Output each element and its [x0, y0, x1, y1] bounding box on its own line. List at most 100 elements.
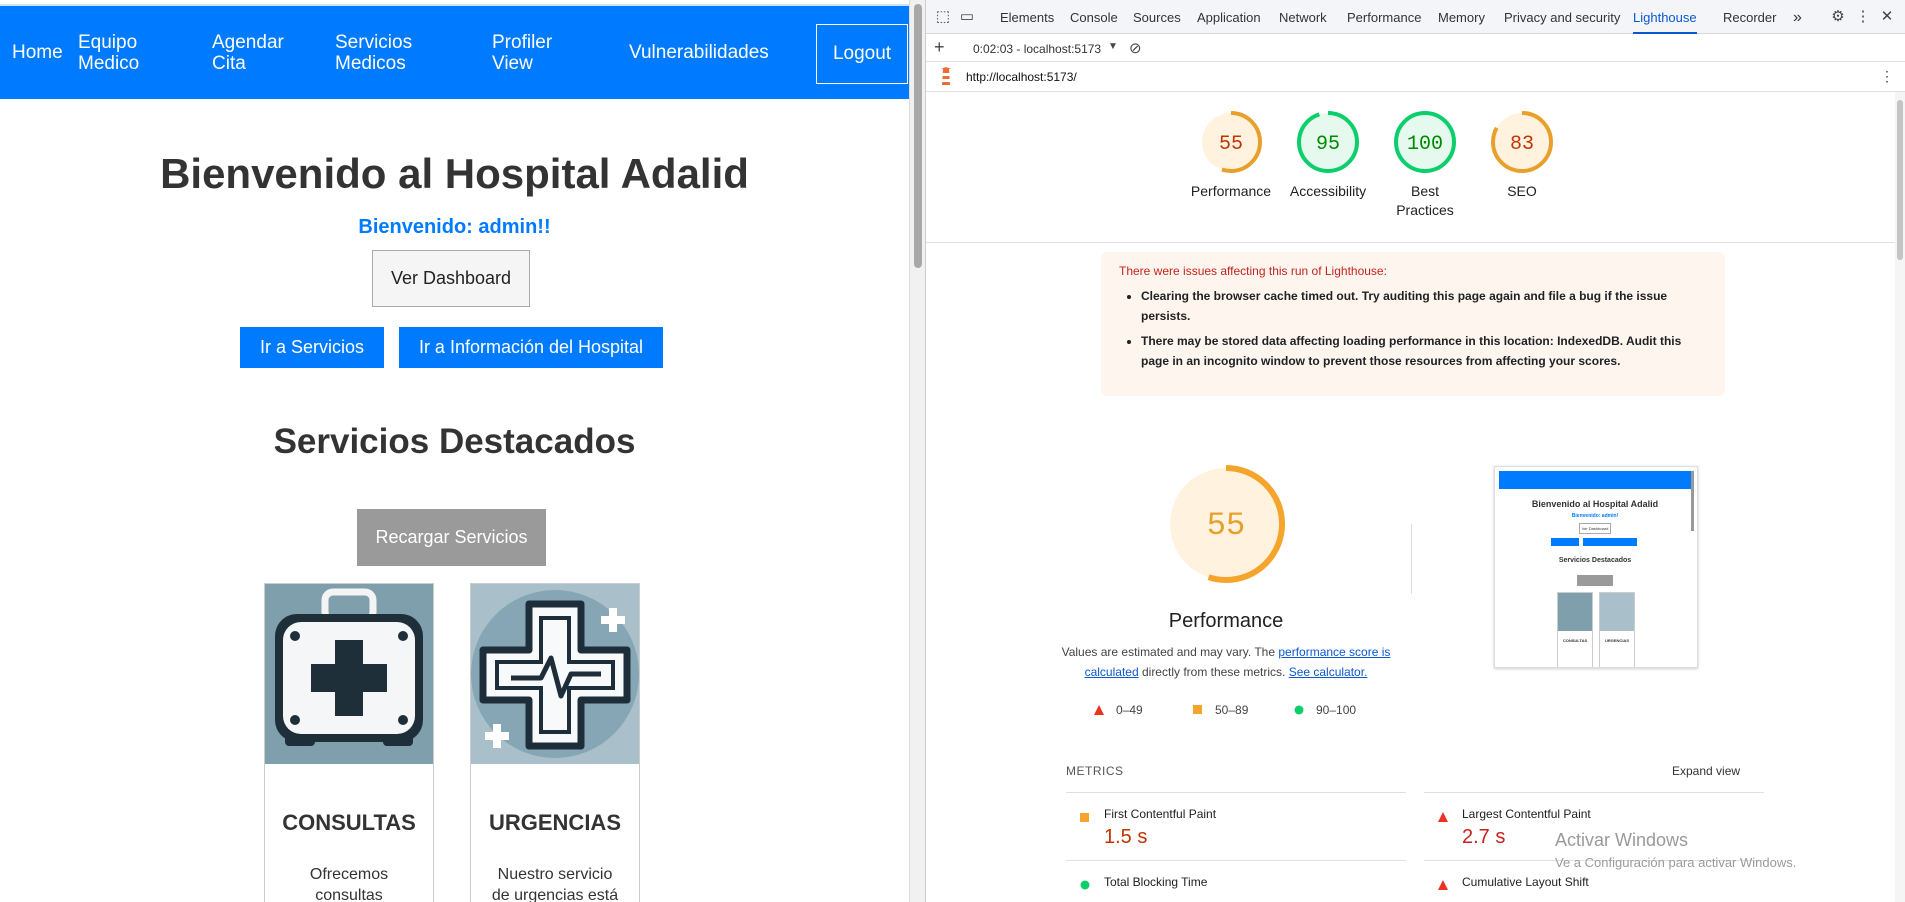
lighthouse-toolbar: + 0:02:03 - localhost:5173 ▼ ⊘ [926, 34, 1905, 62]
metric-value: 1.5 s [1104, 826, 1148, 848]
scrollbar-thumb[interactable] [1897, 100, 1903, 260]
thumb-button [1551, 538, 1579, 546]
thumb-user: Bienvenido: admin! [1571, 513, 1619, 519]
devtools-scrollbar[interactable] [1895, 92, 1905, 902]
gauge-label: Performance [1190, 183, 1272, 199]
score-gauge-seo[interactable]: 83 SEO [1472, 108, 1572, 201]
legend-fail: 0–49 [1094, 703, 1143, 717]
gauge-score: 55 [1219, 133, 1243, 156]
thumb-dash: Ver Dashboard [1579, 523, 1611, 534]
dashboard-button[interactable]: Ver Dashboard [372, 250, 530, 307]
warning-item: Clearing the browser cache timed out. Tr… [1141, 286, 1707, 326]
nav-equipo-medico[interactable]: Equipo Medico [78, 32, 139, 74]
thumb-title: Bienvenido al Hospital Adalid [1531, 499, 1659, 509]
nav-home[interactable]: Home [12, 42, 63, 63]
reload-services-button[interactable]: Recargar Servicios [357, 509, 546, 566]
performance-title: Performance [1168, 610, 1284, 632]
legend-label: 50–89 [1215, 703, 1249, 717]
tab-privacy-security[interactable]: Privacy and security [1504, 0, 1620, 34]
thumb-section: Servicios Destacados [1558, 557, 1632, 564]
see-calculator-link[interactable]: See calculator. [1289, 665, 1368, 679]
big-gauge-score: 55 [1207, 507, 1245, 544]
new-report-icon[interactable]: + [934, 37, 945, 58]
nav-vulnerabilidades[interactable]: Vulnerabilidades [629, 42, 769, 63]
thumb-button [1583, 538, 1637, 546]
settings-gear-icon[interactable]: ⚙ [1829, 8, 1847, 26]
legend-label: 90–100 [1316, 703, 1357, 717]
metric-first-contentful-paint: First Contentful Paint 1.5 s [1066, 792, 1406, 860]
services-button[interactable]: Ir a Servicios [240, 327, 384, 368]
warning-title: There were issues affecting this run of … [1119, 264, 1387, 278]
metric-total-blocking-time: Total Blocking Time [1066, 860, 1406, 902]
thumb-scrollbar [1691, 471, 1694, 531]
desc-text: Values are estimated and may vary. The [1061, 645, 1279, 659]
clear-icon[interactable]: ⊘ [1129, 39, 1142, 57]
close-icon[interactable]: ✕ [1878, 8, 1896, 26]
device-toolbar-icon[interactable]: ▭ [958, 8, 976, 26]
metrics-label: METRICS [1066, 764, 1124, 778]
metric-name: Total Blocking Time [1104, 875, 1208, 889]
tab-console[interactable]: Console [1070, 0, 1118, 34]
divider [1411, 524, 1412, 594]
gauge-ring: 55 [1200, 111, 1262, 173]
score-gauge-best-practices[interactable]: 100 Best Practices [1375, 108, 1475, 220]
featured-services-title: Servicios Destacados [273, 422, 636, 461]
kebab-menu-icon[interactable]: ⋮ [1854, 8, 1872, 26]
hospital-info-button[interactable]: Ir a Información del Hospital [399, 327, 663, 368]
more-tabs-icon[interactable]: » [1793, 0, 1802, 34]
gauge-label: Best Practices [1396, 183, 1454, 218]
nav-profiler-view[interactable]: Profiler View [492, 32, 552, 74]
divider [926, 242, 1905, 243]
thumb-card-title: CONSULTAS [1562, 638, 1588, 643]
tab-recorder[interactable]: Recorder [1723, 0, 1776, 34]
thumb-card-title: URGENCIAS [1604, 638, 1629, 643]
inspect-element-icon[interactable]: ⬚ [934, 8, 952, 26]
legend-average: 50–89 [1193, 703, 1248, 717]
thumb-card: CONSULTAS [1557, 592, 1593, 667]
tab-elements[interactable]: Elements [1000, 0, 1054, 34]
chevron-down-icon[interactable]: ▼ [1108, 41, 1118, 52]
nav-servicios-medicos[interactable]: Servicios Medicos [335, 32, 412, 74]
service-card-consultas: CONSULTAS Ofrecemos consultas [264, 583, 434, 902]
gauge-ring: 83 [1491, 111, 1553, 173]
fail-triangle-icon [1094, 705, 1104, 715]
card-text: Ofrecemos consultas [309, 866, 389, 902]
tab-application[interactable]: Application [1197, 0, 1261, 34]
metric-name: First Contentful Paint [1104, 807, 1217, 821]
tab-network[interactable]: Network [1279, 0, 1327, 34]
logout-button[interactable]: Logout [816, 24, 908, 84]
tab-lighthouse[interactable]: Lighthouse [1633, 0, 1697, 34]
page-screenshot-thumbnail[interactable]: Bienvenido al Hospital Adalid Bienvenido… [1494, 466, 1698, 668]
lighthouse-report: 55 Performance 95 Accessibility 100 Best Prac… [926, 92, 1905, 902]
report-menu-icon[interactable]: ⋮ [1880, 68, 1894, 85]
thumb-reload [1577, 575, 1613, 586]
devtools-tab-bar: ⬚ ▭ Elements Console Sources Application… [926, 0, 1905, 34]
average-square-icon [1193, 705, 1202, 714]
page-scrollbar[interactable] [909, 0, 925, 902]
report-selector[interactable]: 0:02:03 - localhost:5173 [973, 42, 1101, 56]
card-text: Nuestro servicio de urgencias está [491, 866, 619, 902]
devtools-panel: ⬚ ▭ Elements Console Sources Application… [925, 0, 1905, 902]
gauge-score: 100 [1407, 133, 1443, 156]
score-gauge-performance[interactable]: 55 Performance [1181, 108, 1281, 201]
tab-performance[interactable]: Performance [1347, 0, 1421, 34]
tab-memory[interactable]: Memory [1438, 0, 1485, 34]
nav-agendar-cita[interactable]: Agendar Cita [212, 32, 284, 74]
card-title: CONSULTAS [282, 810, 416, 835]
tab-sources[interactable]: Sources [1133, 0, 1181, 34]
scrollbar-thumb[interactable] [914, 4, 922, 268]
web-page: Home Equipo Medico Agendar Cita Servicio… [0, 0, 909, 902]
metric-name: Largest Contentful Paint [1462, 807, 1591, 821]
expand-view-button[interactable]: Expand view [1672, 764, 1740, 778]
metric-value: 2.7 s [1462, 826, 1506, 848]
thumb-card: URGENCIAS [1599, 592, 1635, 667]
gauge-ring: 95 [1297, 111, 1359, 173]
gauge-score: 83 [1510, 133, 1534, 156]
lighthouse-logo-icon [938, 67, 954, 90]
desc-text: directly from these metrics. [1138, 665, 1289, 679]
fail-triangle-icon [1438, 877, 1448, 890]
performance-big-gauge: 55 [1164, 462, 1288, 586]
welcome-user-text: Bienvenido: admin!! [358, 216, 551, 238]
gauge-label: SEO [1507, 183, 1537, 199]
score-gauge-accessibility[interactable]: 95 Accessibility [1278, 108, 1378, 201]
